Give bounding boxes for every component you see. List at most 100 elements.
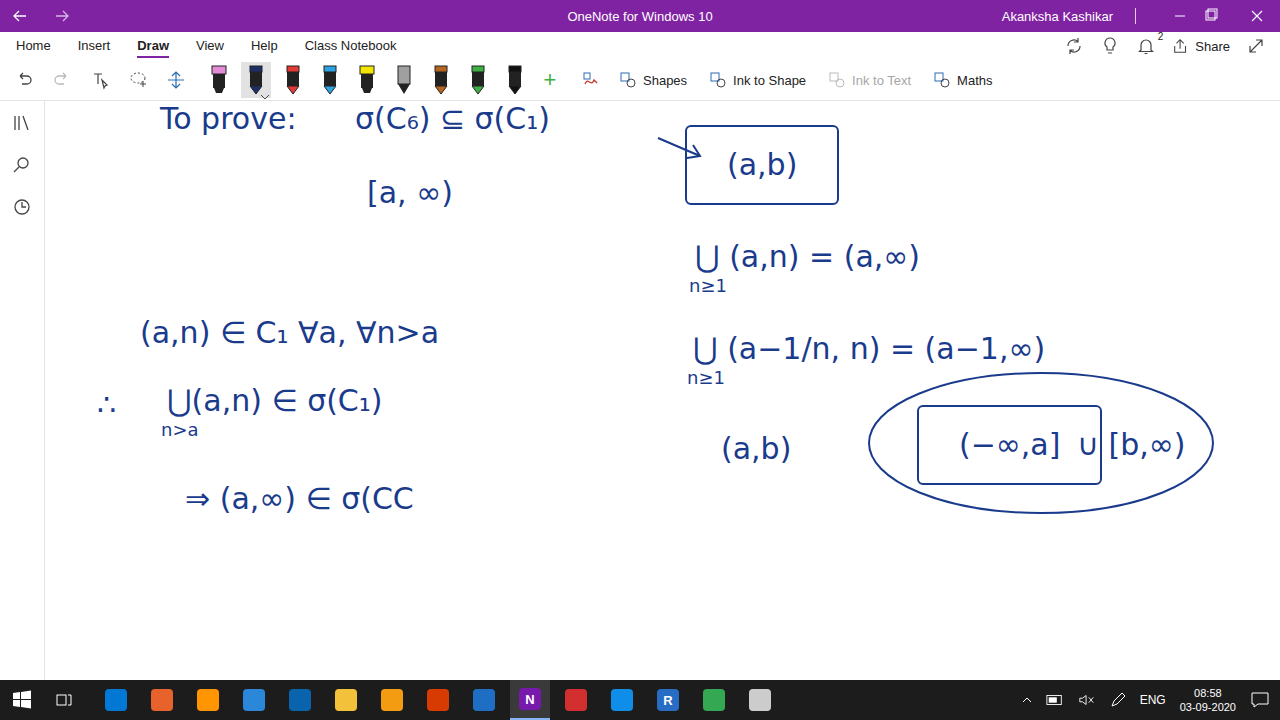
- share-icon: [1172, 37, 1190, 55]
- undo-icon[interactable]: [14, 70, 34, 90]
- forward-arrow-icon[interactable]: [54, 8, 70, 24]
- pen-button[interactable]: [463, 62, 493, 98]
- lightbulb-icon[interactable]: [1100, 36, 1120, 56]
- note-canvas[interactable]: To prove: σ(C₆) ⊆ σ(C₁) [a, ∞) (a,n) ∈ C₁ ∀…: [45, 101, 1280, 680]
- taskbar-app[interactable]: R: [648, 680, 688, 720]
- ink-text[interactable]: ⋃ (a−1/n, n) = (a−1,∞)n≥1: [693, 331, 1045, 389]
- taskbar-app[interactable]: [142, 680, 182, 720]
- app-icon: [703, 689, 725, 711]
- pencil-icon: [394, 64, 414, 96]
- taskbar-app[interactable]: [326, 680, 366, 720]
- add-space-icon[interactable]: [166, 70, 186, 90]
- ribbon-tab[interactable]: Draw: [137, 34, 169, 58]
- action-center-icon[interactable]: [1250, 690, 1270, 710]
- battery-icon[interactable]: [1046, 694, 1064, 706]
- pen-button[interactable]: [389, 62, 419, 98]
- ribbon-tab[interactable]: View: [196, 34, 224, 58]
- tool-button[interactable]: Shapes: [619, 71, 687, 89]
- ribbon-tab[interactable]: Home: [16, 34, 51, 58]
- app-icon: [427, 689, 449, 711]
- tool-button[interactable]: Ink to Shape: [709, 71, 806, 89]
- pen-button[interactable]: [241, 62, 271, 98]
- pen-button[interactable]: [426, 62, 456, 98]
- tool-button: Ink to Text: [828, 71, 911, 89]
- chevron-up-icon[interactable]: [1022, 697, 1032, 703]
- input-language[interactable]: ENG: [1140, 693, 1166, 707]
- taskbar-apps: NR: [96, 680, 780, 720]
- ink-text[interactable]: (a,n) ∈ C₁ ∀a, ∀n>a: [140, 315, 439, 351]
- tool-icon: [709, 71, 727, 89]
- type-select-icon[interactable]: [90, 70, 110, 90]
- taskbar-app[interactable]: N: [510, 680, 550, 720]
- minimize-icon[interactable]: [1142, 8, 1188, 24]
- ink-main: ∪ [b,∞): [1077, 427, 1185, 463]
- back-arrow-icon[interactable]: [12, 8, 28, 24]
- ribbon-tab[interactable]: Help: [251, 34, 278, 58]
- app-icon: R: [657, 689, 679, 711]
- taskbar-app[interactable]: [372, 680, 412, 720]
- taskbar-app[interactable]: [556, 680, 596, 720]
- taskbar-app[interactable]: [464, 680, 504, 720]
- taskbar-app[interactable]: [188, 680, 228, 720]
- ink-text[interactable]: (a,b): [721, 431, 791, 467]
- ink-text[interactable]: σ(C₆) ⊆ σ(C₁): [355, 101, 550, 137]
- ink-text[interactable]: (−∞,a]: [917, 405, 1102, 485]
- taskbar-app[interactable]: [234, 680, 274, 720]
- pen-button[interactable]: [352, 62, 382, 98]
- pen-gallery: +: [204, 62, 563, 98]
- taskbar-app[interactable]: [740, 680, 780, 720]
- volume-icon[interactable]: [1078, 692, 1096, 708]
- taskbar-app[interactable]: [418, 680, 458, 720]
- ink-text[interactable]: ∴: [97, 387, 116, 423]
- taskbar-app[interactable]: [602, 680, 642, 720]
- taskbar-app[interactable]: [694, 680, 734, 720]
- add-pen-button[interactable]: +: [537, 67, 563, 93]
- recent-icon[interactable]: [12, 197, 32, 217]
- pen-button[interactable]: [315, 62, 345, 98]
- task-view-icon[interactable]: [54, 690, 74, 710]
- ink-text[interactable]: ⇒ (a,∞) ∈ σ(CC: [185, 481, 414, 517]
- search-icon[interactable]: [12, 155, 32, 175]
- ink-subscript: n≥1: [687, 367, 1045, 389]
- ink-main: ⋃ (a,n) = (a,∞): [695, 239, 920, 275]
- sync-icon[interactable]: [1064, 36, 1084, 56]
- ink-main: ⇒ (a,∞) ∈ σ(CC: [185, 481, 414, 517]
- ribbon-tab[interactable]: Class Notebook: [305, 34, 397, 58]
- user-name[interactable]: Akanksha Kashikar: [1002, 9, 1135, 24]
- clock[interactable]: 08:5803-09-2020: [1180, 686, 1236, 715]
- ribbon-tab[interactable]: Insert: [78, 34, 111, 58]
- ink-main: ⋃ (a−1/n, n) = (a−1,∞): [693, 331, 1045, 367]
- app-icon: [335, 689, 357, 711]
- ink-subscript: n>a: [161, 419, 383, 441]
- taskbar-app[interactable]: [280, 680, 320, 720]
- ink-text[interactable]: ⋃(a,n) ∈ σ(C₁)n>a: [167, 383, 383, 441]
- pen-workspace-icon[interactable]: [1110, 692, 1126, 708]
- tool-label: Ink to Text: [852, 73, 911, 88]
- tool-button[interactable]: Maths: [933, 71, 992, 89]
- ink-text[interactable]: To prove:: [160, 101, 297, 137]
- redo-icon[interactable]: [52, 70, 72, 90]
- ink-text[interactable]: [a, ∞): [367, 175, 453, 211]
- notebooks-icon[interactable]: [12, 113, 32, 133]
- expand-icon[interactable]: [1246, 36, 1266, 56]
- app-icon: [749, 689, 771, 711]
- chevron-down-icon[interactable]: [260, 94, 270, 100]
- ink-text[interactable]: ⋃ (a,n) = (a,∞)n≥1: [695, 239, 920, 297]
- draw-toolbar: + Shapes Ink to Shape Ink to Text Maths: [0, 60, 1280, 101]
- taskbar-app[interactable]: [96, 680, 136, 720]
- ink-text[interactable]: ∪ [b,∞): [1077, 427, 1185, 463]
- windows-logo-icon[interactable]: [12, 690, 32, 710]
- pen-button[interactable]: [278, 62, 308, 98]
- app-icon: [105, 689, 127, 711]
- highlighter-icon: [357, 64, 377, 96]
- ink-text[interactable]: (a,b): [685, 125, 839, 205]
- pen-button[interactable]: [500, 62, 530, 98]
- lasso-icon[interactable]: [128, 70, 148, 90]
- maximize-icon[interactable]: [1188, 8, 1234, 24]
- pen-button[interactable]: [204, 62, 234, 98]
- ink-replay-icon[interactable]: [581, 70, 601, 90]
- time: 08:58: [1194, 686, 1222, 700]
- close-icon[interactable]: [1234, 8, 1280, 24]
- notifications-button[interactable]: 2: [1136, 36, 1156, 56]
- share-button[interactable]: Share: [1172, 37, 1230, 55]
